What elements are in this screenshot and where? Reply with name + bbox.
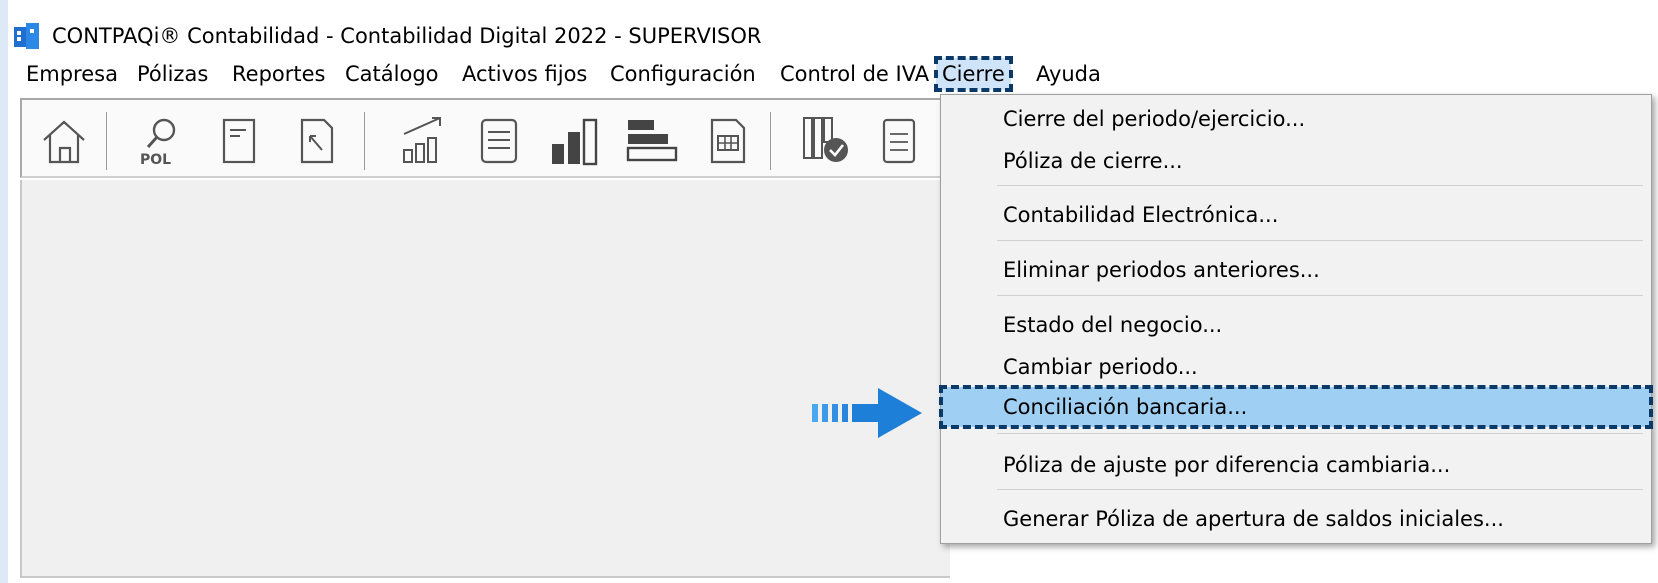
home-icon[interactable]	[40, 114, 88, 168]
menu-item-label: Cierre del periodo/ejercicio...	[1003, 107, 1306, 131]
menu-separator	[997, 185, 1643, 186]
chart-trend-icon[interactable]	[396, 114, 450, 168]
pol-label: POL	[140, 152, 171, 168]
list-document-icon[interactable]	[476, 114, 524, 168]
title-bar: CONTPAQi® Contabilidad - Contabilidad Di…	[14, 18, 1654, 54]
menu-separator	[997, 489, 1643, 490]
menu-item-label: Conciliación bancaria...	[1003, 395, 1248, 419]
menu-item-cambiar-periodo[interactable]: Cambiar periodo...	[941, 347, 1651, 387]
menu-item-label: Generar Póliza de apertura de saldos ini…	[1003, 507, 1504, 531]
window-left-edge	[0, 0, 8, 583]
menu-item-label: Estado del negocio...	[1003, 313, 1223, 337]
columns-check-icon[interactable]	[798, 114, 852, 168]
window-title: CONTPAQi® Contabilidad - Contabilidad Di…	[52, 24, 762, 48]
toolbar-separator	[106, 112, 107, 170]
menu-separator	[997, 433, 1643, 434]
cierre-dropdown-menu: Cierre del periodo/ejercicio... Póliza d…	[939, 94, 1653, 544]
menu-polizas[interactable]: Pólizas	[137, 58, 208, 90]
document-edit-icon[interactable]	[296, 114, 340, 168]
bar-chart-icon[interactable]	[548, 114, 604, 168]
menu-control-de-iva[interactable]: Control de IVA	[780, 58, 929, 90]
search-polizas-icon[interactable]: POL	[134, 114, 186, 168]
menu-item-poliza-cierre[interactable]: Póliza de cierre...	[941, 141, 1651, 181]
menu-bar: Empresa Pólizas Reportes Catálogo Activo…	[14, 56, 1654, 92]
menu-separator	[997, 240, 1643, 241]
menu-empresa[interactable]: Empresa	[26, 58, 118, 90]
menu-item-eliminar-periodos[interactable]: Eliminar periodos anteriores...	[941, 250, 1651, 290]
menu-item-label: Póliza de ajuste por diferencia cambiari…	[1003, 453, 1451, 477]
toolbar-separator	[770, 112, 771, 170]
menu-item-label: Eliminar periodos anteriores...	[1003, 258, 1320, 282]
pointer-arrow-icon	[812, 388, 922, 438]
menu-item-contabilidad-electronica[interactable]: Contabilidad Electrónica...	[941, 195, 1651, 235]
menu-item-generar-poliza-apertura[interactable]: Generar Póliza de apertura de saldos ini…	[941, 499, 1651, 539]
menu-configuracion[interactable]: Configuración	[610, 58, 756, 90]
app-logo-icon	[14, 23, 40, 49]
table-icon[interactable]	[706, 114, 752, 168]
menu-item-label: Contabilidad Electrónica...	[1003, 203, 1279, 227]
menu-separator	[997, 295, 1643, 296]
list-icon[interactable]	[878, 114, 924, 168]
menu-item-label: Póliza de cierre...	[1003, 149, 1183, 173]
toolbar: POL	[20, 98, 950, 178]
menu-cierre[interactable]: Cierre	[934, 56, 1013, 92]
menu-item-poliza-ajuste-cambiaria[interactable]: Póliza de ajuste por diferencia cambiari…	[941, 445, 1651, 485]
menu-reportes[interactable]: Reportes	[232, 58, 325, 90]
workspace-area	[20, 180, 950, 578]
menu-activos-fijos[interactable]: Activos fijos	[462, 58, 587, 90]
toolbar-separator	[364, 112, 365, 170]
menu-ayuda[interactable]: Ayuda	[1036, 58, 1101, 90]
menu-item-conciliacion-bancaria[interactable]: Conciliación bancaria...	[939, 385, 1653, 429]
menu-catalogo[interactable]: Catálogo	[345, 58, 439, 90]
menu-item-estado-negocio[interactable]: Estado del negocio...	[941, 305, 1651, 345]
menu-item-cierre-periodo[interactable]: Cierre del periodo/ejercicio...	[941, 99, 1651, 139]
horizontal-bars-icon[interactable]	[624, 114, 680, 168]
menu-item-label: Cambiar periodo...	[1003, 355, 1198, 379]
document-icon[interactable]	[218, 114, 262, 168]
app-window: CONTPAQi® Contabilidad - Contabilidad Di…	[0, 0, 1658, 583]
